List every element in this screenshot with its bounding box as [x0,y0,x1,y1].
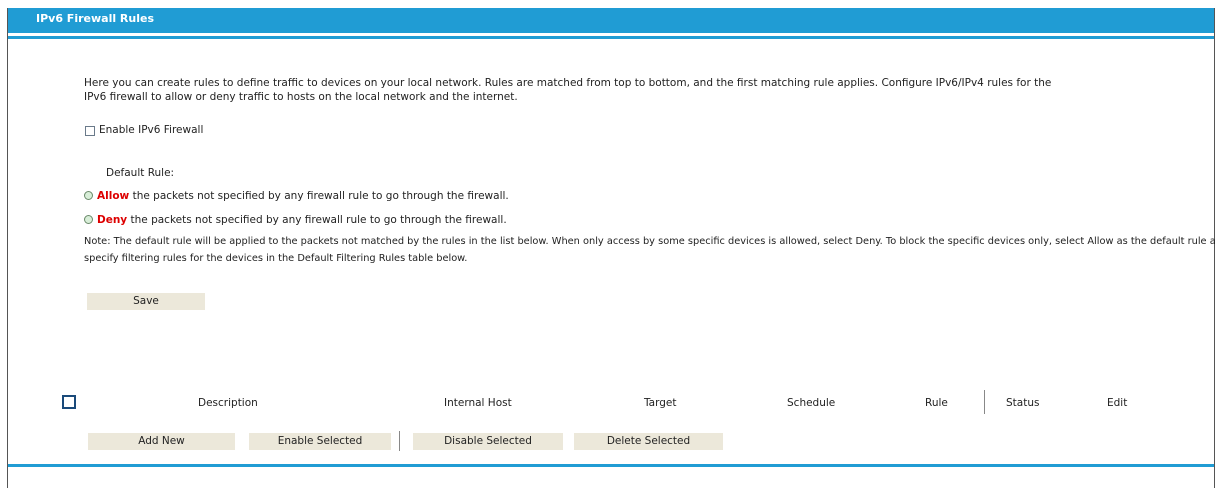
column-header-rule: Rule [925,397,948,409]
allow-description: the packets not specified by any firewal… [132,190,509,202]
column-divider [984,390,985,414]
default-rule-heading: Default Rule: [106,167,175,179]
column-header-edit: Edit [1107,397,1128,409]
select-all-checkbox[interactable] [62,395,76,409]
intro-text-line-1: Here you can create rules to define traf… [84,77,1052,89]
note-line-1: Note: The default rule will be applied t… [84,236,1215,247]
allow-option: Allow the packets not specified by any f… [84,189,509,203]
note-line-2: specify filtering rules for the devices … [84,253,468,264]
deny-radio[interactable] [84,215,93,224]
save-button[interactable]: Save [87,293,205,310]
page-title: IPv6 Firewall Rules [36,12,155,25]
add-new-button[interactable]: Add New [88,433,235,450]
allow-radio[interactable] [84,191,93,200]
title-bar: IPv6 Firewall Rules [8,8,1214,36]
allow-keyword: Allow [97,190,130,202]
column-header-status: Status [1006,397,1040,409]
column-header-target: Target [644,397,677,409]
column-header-internal-host: Internal Host [444,397,512,409]
bottom-bar [8,464,1214,467]
deny-keyword: Deny [97,214,128,226]
column-header-schedule: Schedule [787,397,836,409]
enable-selected-button[interactable]: Enable Selected [249,433,391,450]
deny-description: the packets not specified by any firewal… [130,214,507,226]
deny-option: Deny the packets not specified by any fi… [84,213,507,227]
enable-firewall-checkbox[interactable] [85,126,95,136]
button-divider [399,431,400,451]
main-panel: IPv6 Firewall Rules Here you can create … [7,8,1215,488]
enable-firewall-label: Enable IPv6 Firewall [99,124,204,136]
disable-selected-button[interactable]: Disable Selected [413,433,563,450]
delete-selected-button[interactable]: Delete Selected [574,433,723,450]
intro-text-line-2: IPv6 firewall to allow or deny traffic t… [84,91,518,103]
column-header-description: Description [198,397,258,409]
